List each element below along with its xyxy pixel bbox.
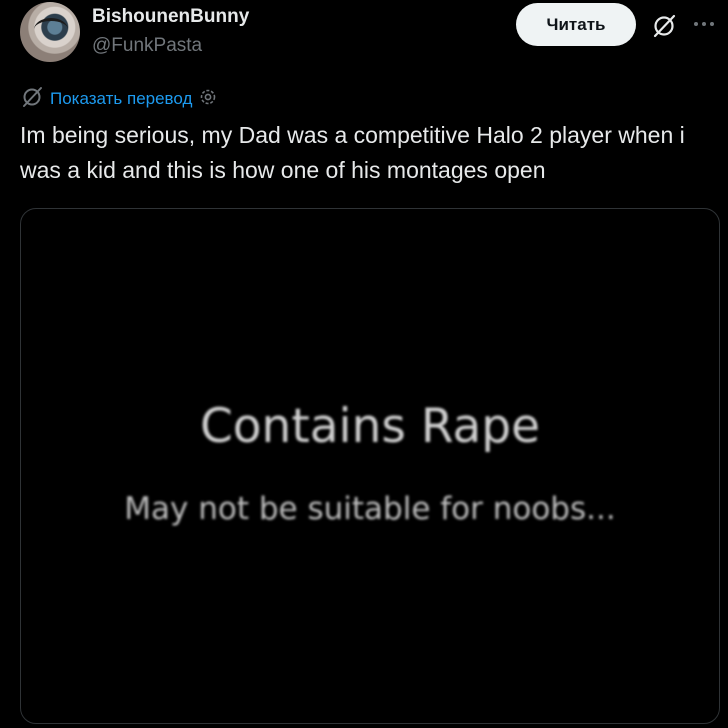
more-horizontal-icon[interactable] — [690, 12, 718, 36]
grok-slash-icon-graphic — [653, 14, 676, 38]
media-subtitle-text: May not be suitable for noobs... — [124, 491, 616, 527]
avatar[interactable] — [20, 2, 80, 62]
author-handle[interactable]: @FunkPasta — [92, 35, 202, 57]
grok-slash-icon — [20, 85, 44, 114]
gear-icon[interactable] — [198, 87, 218, 112]
author-display-name[interactable]: BishounenBunny — [92, 6, 249, 28]
follow-button[interactable]: Читать — [516, 3, 636, 46]
more-dots-graphic — [694, 22, 714, 26]
show-translation-link[interactable]: Показать перевод — [50, 89, 192, 109]
tweet-text: Im being serious, my Dad was a competiti… — [20, 122, 685, 183]
translate-row: Показать перевод — [20, 86, 218, 112]
grok-slash-icon[interactable] — [648, 10, 680, 42]
avatar-eye-detail — [34, 18, 68, 41]
media-title-text: Contains Rape — [199, 399, 541, 454]
media-image[interactable]: Contains Rape May not be suitable for no… — [20, 208, 720, 724]
